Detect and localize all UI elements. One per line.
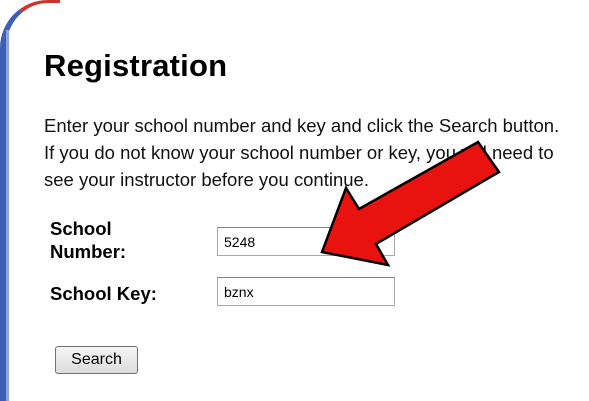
school-key-input[interactable] — [217, 277, 395, 306]
school-number-label: School Number: — [50, 218, 127, 262]
search-button[interactable]: Search — [55, 346, 138, 374]
school-key-label: School Key: — [50, 283, 157, 304]
registration-page: Registration Enter your school number an… — [0, 0, 589, 401]
page-title: Registration — [44, 48, 228, 83]
instructions-text: Enter your school number and key and cli… — [44, 115, 560, 190]
school-number-input[interactable] — [217, 227, 395, 256]
page-left-border-shadow — [6, 30, 9, 401]
